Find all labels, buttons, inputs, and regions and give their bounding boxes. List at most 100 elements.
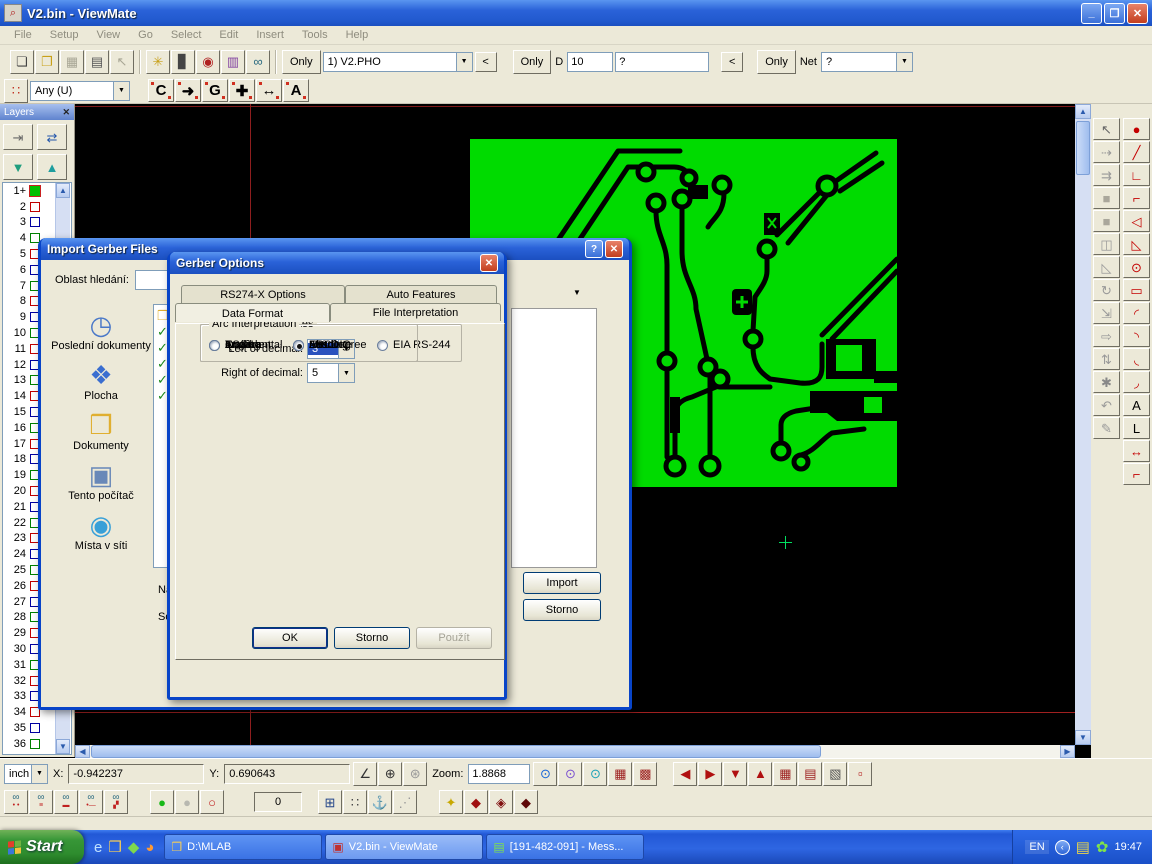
scroll-down-icon[interactable]: ▼ — [56, 739, 70, 754]
edit-tool-button[interactable]: ✎ — [1093, 417, 1120, 439]
layer-color-swatch[interactable] — [30, 217, 40, 227]
status-tool-button[interactable]: ⊛ — [403, 762, 427, 786]
edit-tool-button[interactable]: ◫ — [1093, 233, 1120, 255]
snap-tool-button[interactable]: ⋰ — [393, 790, 417, 814]
toolbar-icon-button[interactable]: ❏ — [10, 50, 34, 74]
edit-tool-button[interactable]: ⇉ — [1093, 164, 1120, 186]
only-net-button[interactable]: Only — [757, 50, 796, 74]
cancel-button[interactable]: Storno — [334, 627, 410, 649]
chevron-down-icon[interactable]: ▼ — [113, 82, 129, 100]
edit-tool-button[interactable]: ⇨ — [1093, 325, 1120, 347]
draw-tool-button[interactable]: ∟ — [1123, 164, 1150, 186]
aperture-code-button[interactable]: ➜ — [175, 79, 201, 102]
radio-icon[interactable] — [293, 340, 304, 351]
chevron-down-icon[interactable]: ▼ — [338, 364, 354, 382]
quick-launch-icon[interactable]: ◆ — [128, 838, 140, 856]
pan-tool-button[interactable]: ▫ — [848, 762, 872, 786]
canvas-horizontal-scrollbar[interactable]: ◀ ▶ — [75, 745, 1075, 758]
dcode-value-input[interactable] — [567, 52, 613, 72]
chevron-down-icon[interactable]: ▼ — [896, 53, 912, 71]
edit-tool-button[interactable]: ↖ — [1093, 118, 1120, 140]
draw-tool-button[interactable]: L — [1123, 417, 1150, 439]
toolbar-icon-button[interactable]: ∞ — [246, 50, 270, 74]
menu-item[interactable]: Edit — [211, 27, 246, 43]
toolbar-icon-button[interactable]: ▊ — [171, 50, 195, 74]
toolbar-icon-button[interactable]: ▦ — [60, 50, 84, 74]
edit-tool-button[interactable]: ↻ — [1093, 279, 1120, 301]
zoom-value-input[interactable] — [468, 764, 530, 784]
aperture-code-button[interactable]: C — [148, 79, 174, 102]
layer-row[interactable]: 36 — [3, 736, 55, 752]
layer-row[interactable]: 1+ — [3, 183, 55, 199]
language-indicator[interactable]: EN — [1025, 840, 1048, 854]
menu-item[interactable]: Setup — [42, 27, 87, 43]
edit-tool-button[interactable]: ⇢ — [1093, 141, 1120, 163]
taskbar-task-button[interactable]: ▤ [191-482-091] - Mess... — [486, 834, 644, 860]
draw-tool-button[interactable]: ◁ — [1123, 210, 1150, 232]
scroll-up-icon[interactable]: ▲ — [56, 183, 70, 198]
layer-color-swatch[interactable] — [30, 723, 40, 733]
place-item[interactable]: ❒ Dokumenty — [49, 412, 153, 452]
draw-tool-button[interactable]: ⊙ — [1123, 256, 1150, 278]
canvas-vertical-scrollbar[interactable]: ▲ ▼ — [1075, 104, 1091, 745]
zoom-tool-button[interactable]: ⊙ — [533, 762, 557, 786]
place-item[interactable]: ◷ Poslední dokumenty — [49, 312, 153, 352]
only-layer-button[interactable]: Only — [282, 50, 321, 74]
tab-rs274x-options[interactable]: RS274-X Options — [181, 285, 345, 303]
scroll-up-icon[interactable]: ▲ — [1075, 104, 1091, 119]
highlight-button[interactable]: ● — [150, 790, 174, 814]
draw-tool-button[interactable]: ╱ — [1123, 141, 1150, 163]
edit-tool-button[interactable]: ■ — [1093, 187, 1120, 209]
menu-item[interactable]: Help — [338, 27, 377, 43]
zoom-tool-button[interactable]: ▦ — [608, 762, 632, 786]
tab-auto-features[interactable]: Auto Features — [345, 285, 497, 303]
unit-combo[interactable]: inch ▼ — [4, 764, 48, 784]
display-mode-button[interactable]: ∞•— — [79, 790, 103, 814]
draw-tool-button[interactable]: ◺ — [1123, 233, 1150, 255]
layer-row[interactable]: 2 — [3, 199, 55, 215]
zoom-tool-button[interactable]: ▩ — [633, 762, 657, 786]
zoom-tool-button[interactable]: ⊙ — [583, 762, 607, 786]
edit-tool-button[interactable]: ■ — [1093, 210, 1120, 232]
draw-tool-button[interactable]: ◞ — [1123, 371, 1150, 393]
dcode-query-input[interactable] — [615, 52, 709, 72]
layer-color-swatch[interactable] — [30, 739, 40, 749]
status-tool-button[interactable]: ⊕ — [378, 762, 402, 786]
quick-launch-icon[interactable]: ❒ — [108, 838, 121, 856]
toolbar-icon-button[interactable]: ❐ — [35, 50, 59, 74]
toolbar-icon-button[interactable]: ✳ — [146, 50, 170, 74]
pan-tool-button[interactable]: ▼ — [723, 762, 747, 786]
quick-launch-icon[interactable]: ◕ — [145, 839, 154, 856]
display-mode-button[interactable]: ∞≡ — [29, 790, 53, 814]
menu-item[interactable]: View — [88, 27, 128, 43]
display-mode-button[interactable]: ∞• • — [4, 790, 28, 814]
tray-icq-icon[interactable]: ✿ — [1096, 838, 1109, 856]
tray-collapse-icon[interactable]: ‹ — [1055, 840, 1070, 855]
menu-item[interactable]: Insert — [248, 27, 292, 43]
scroll-left-icon[interactable]: ◀ — [75, 745, 90, 758]
prev-layer-button[interactable]: < — [475, 52, 497, 72]
layer-row[interactable]: 3 — [3, 215, 55, 231]
taskbar-task-button[interactable]: ❒ D:\MLAB — [164, 834, 322, 860]
radio-option[interactable]: 360 Degree — [293, 339, 377, 351]
minimize-button[interactable]: _ — [1081, 3, 1102, 24]
pan-tool-button[interactable]: ▶ — [698, 762, 722, 786]
quick-launch-icon[interactable]: e — [94, 839, 102, 856]
radio-option[interactable]: Quadrant — [209, 339, 293, 351]
draw-tool-button[interactable]: A — [1123, 394, 1150, 416]
snap-tool-button[interactable]: ∷ — [343, 790, 367, 814]
menu-item[interactable]: Tools — [294, 27, 336, 43]
ok-button[interactable]: OK — [252, 627, 328, 649]
layer-row[interactable]: 35 — [3, 720, 55, 736]
draw-tool-button[interactable]: ↔ — [1123, 440, 1150, 462]
draw-tool-button[interactable]: ⌐ — [1123, 187, 1150, 209]
place-item[interactable]: ◉ Místa v síti — [49, 512, 153, 552]
scroll-down-icon[interactable]: ▼ — [1075, 730, 1091, 745]
close-icon[interactable]: ✕ — [62, 107, 70, 118]
toolbar-icon-button[interactable]: ◉ — [196, 50, 220, 74]
layer-color-swatch[interactable] — [30, 202, 40, 212]
close-icon[interactable]: ✕ — [480, 254, 498, 272]
edit-tool-button[interactable]: ✱ — [1093, 371, 1120, 393]
pan-tool-button[interactable]: ◀ — [673, 762, 697, 786]
layer-up-button[interactable]: ▲ — [37, 154, 67, 180]
